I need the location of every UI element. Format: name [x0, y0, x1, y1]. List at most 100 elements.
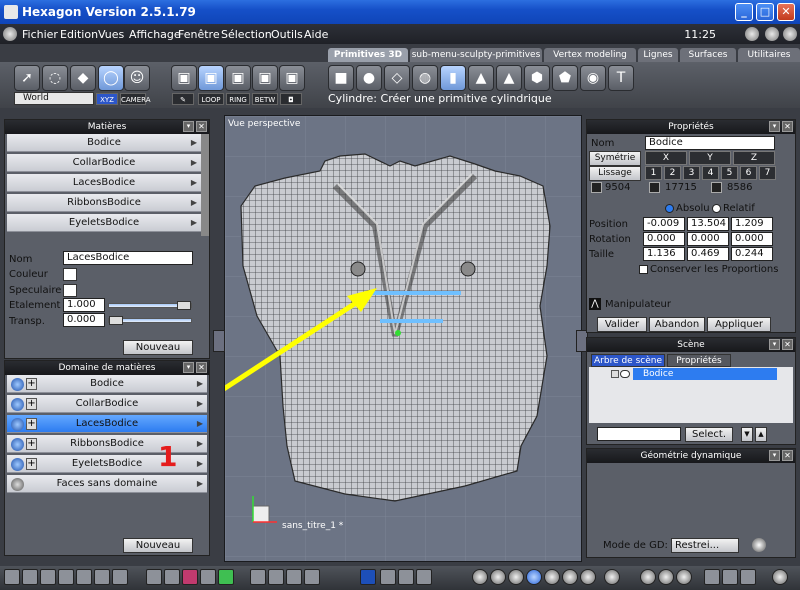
render-sphere-icon[interactable] — [604, 569, 620, 585]
smooth-level-5[interactable]: 5 — [721, 166, 738, 180]
flat-shaded-icon[interactable] — [562, 569, 578, 585]
pyramid-primitive-icon[interactable]: ▲ — [496, 65, 522, 91]
material-name-field[interactable]: LacesBodice — [63, 251, 193, 265]
view-quad-icon[interactable] — [112, 569, 128, 585]
assign-domain-icon[interactable] — [11, 398, 24, 411]
scroll-up-icon[interactable]: ▲ — [755, 427, 767, 442]
brush-select-icon[interactable]: ✎ — [172, 93, 194, 105]
assign-domain-icon[interactable] — [11, 438, 24, 451]
camera-button[interactable]: CAMERA — [120, 93, 151, 105]
size-y-field[interactable]: 0.469 — [687, 247, 729, 261]
select-button[interactable]: Select. — [685, 427, 733, 442]
menu-affichage[interactable]: Affichage — [129, 28, 181, 41]
pan-icon[interactable] — [250, 569, 266, 585]
rotation-y-field[interactable]: 0.000 — [687, 232, 729, 246]
view-three-alt-icon[interactable] — [76, 569, 92, 585]
assign-domain-icon[interactable] — [11, 418, 24, 431]
cube-view-icon[interactable] — [722, 569, 738, 585]
grid-alt-icon[interactable] — [200, 569, 216, 585]
lock-icon[interactable] — [611, 370, 619, 378]
specular-swatch[interactable] — [63, 284, 77, 297]
domain-item[interactable]: Faces sans domaine ▶ — [7, 475, 207, 493]
textured-icon[interactable] — [580, 569, 596, 585]
scroll-down-icon[interactable]: ▼ — [741, 427, 753, 442]
face-mode-icon[interactable]: ▣ — [198, 65, 224, 91]
zoom-icon[interactable] — [286, 569, 302, 585]
abandon-button[interactable]: Abandon — [649, 317, 705, 332]
assign-domain-icon[interactable] — [11, 478, 24, 491]
rotation-x-field[interactable]: 0.000 — [643, 232, 685, 246]
view-three-icon[interactable] — [58, 569, 74, 585]
validate-button[interactable]: Valider — [597, 317, 647, 332]
panel-menu-icon[interactable]: ▾ — [769, 121, 780, 132]
symmetry-button[interactable]: Symétrie — [589, 151, 641, 166]
rotate-view-icon[interactable] — [268, 569, 284, 585]
scene-search-field[interactable] — [597, 427, 681, 441]
final-render-icon[interactable] — [772, 569, 788, 585]
panel-menu-icon[interactable]: ▾ — [769, 450, 780, 461]
menu-aide[interactable]: Aide — [304, 28, 328, 41]
settings-icon[interactable] — [783, 27, 797, 41]
camera-dolly-icon[interactable] — [704, 569, 720, 585]
menu-selection[interactable]: Sélection — [221, 28, 272, 41]
panel-close-icon[interactable]: ✕ — [782, 339, 793, 350]
transparency-field[interactable]: 0.000 — [63, 313, 105, 327]
symmetry-z-button[interactable]: Z — [733, 151, 775, 165]
select-options-icon[interactable]: ◘ — [280, 93, 302, 105]
materials-scrollbar[interactable] — [201, 134, 209, 236]
plus-icon[interactable]: + — [26, 378, 37, 390]
left-panel-toggle[interactable] — [213, 330, 225, 352]
spread-slider-knob[interactable] — [177, 301, 191, 310]
position-x-field[interactable]: -0.009 — [643, 217, 685, 231]
panel-close-icon[interactable]: ✕ — [196, 121, 207, 132]
view-split-h-icon[interactable] — [22, 569, 38, 585]
auto-mode-icon[interactable]: ▣ — [279, 65, 305, 91]
position-y-field[interactable]: 13.504 — [687, 217, 729, 231]
edge-mode-icon[interactable]: ▣ — [225, 65, 251, 91]
spread-field[interactable]: 1.000 — [63, 298, 105, 312]
gd-mode-select[interactable]: Restrei... — [671, 538, 739, 553]
tab-lignes[interactable]: Lignes — [638, 48, 678, 62]
lights-icon[interactable] — [640, 569, 656, 585]
wire-cube-icon[interactable] — [740, 569, 756, 585]
scene-item-bodice[interactable]: Bodice — [633, 368, 777, 380]
disc-primitive-icon[interactable]: ◍ — [412, 65, 438, 91]
snap-icon[interactable] — [164, 569, 180, 585]
close-button[interactable]: ✕ — [777, 3, 795, 21]
color-swatch[interactable] — [63, 268, 77, 281]
tab-vertex-modeling[interactable]: Vertex modeling — [544, 48, 636, 62]
assign-domain-icon[interactable] — [11, 458, 24, 471]
color-grid-icon[interactable] — [182, 569, 198, 585]
plus-icon[interactable]: + — [26, 398, 37, 410]
universal-manip-icon[interactable] — [380, 569, 396, 585]
smooth-level-4[interactable]: 4 — [702, 166, 719, 180]
maximize-button[interactable]: □ — [756, 3, 774, 21]
menu-fenetre[interactable]: Fenêtre — [178, 28, 220, 41]
minimize-button[interactable]: _ — [735, 3, 753, 21]
menu-vues[interactable]: Vues — [98, 28, 124, 41]
position-z-field[interactable]: 1.209 — [731, 217, 773, 231]
tab-sculpty-primitives[interactable]: sub-menu-sculpty-primitives — [410, 48, 542, 62]
panel-close-icon[interactable]: ✕ — [196, 362, 207, 373]
view-split-v-icon[interactable] — [40, 569, 56, 585]
shaded-active-icon[interactable] — [526, 569, 542, 585]
tab-scene-tree[interactable]: Arbre de scène — [591, 354, 665, 367]
cube-primitive-icon[interactable]: ■ — [328, 65, 354, 91]
grid-icon[interactable] — [146, 569, 162, 585]
info-icon[interactable] — [765, 27, 779, 41]
smoothing-button[interactable]: Lissage — [589, 166, 641, 181]
smooth-shaded-icon[interactable] — [544, 569, 560, 585]
materials-view-icon[interactable] — [658, 569, 674, 585]
xyz-button[interactable]: XYZ — [96, 93, 118, 105]
object-name-field[interactable]: Bodice — [645, 136, 775, 150]
domain-item[interactable]: + Bodice ▶ — [7, 375, 207, 393]
smooth-level-7[interactable]: 7 — [759, 166, 776, 180]
view-four-icon[interactable] — [94, 569, 110, 585]
magic-select-icon[interactable]: ◯ — [98, 65, 124, 91]
ambient-icon[interactable] — [676, 569, 692, 585]
grid-globe-icon[interactable] — [490, 569, 506, 585]
geosphere-primitive-icon[interactable]: ⬢ — [524, 65, 550, 91]
cylinder-primitive-icon[interactable]: ▮ — [440, 65, 466, 91]
rotation-z-field[interactable]: 0.000 — [731, 232, 773, 246]
loop-button[interactable]: LOOP — [198, 93, 224, 105]
